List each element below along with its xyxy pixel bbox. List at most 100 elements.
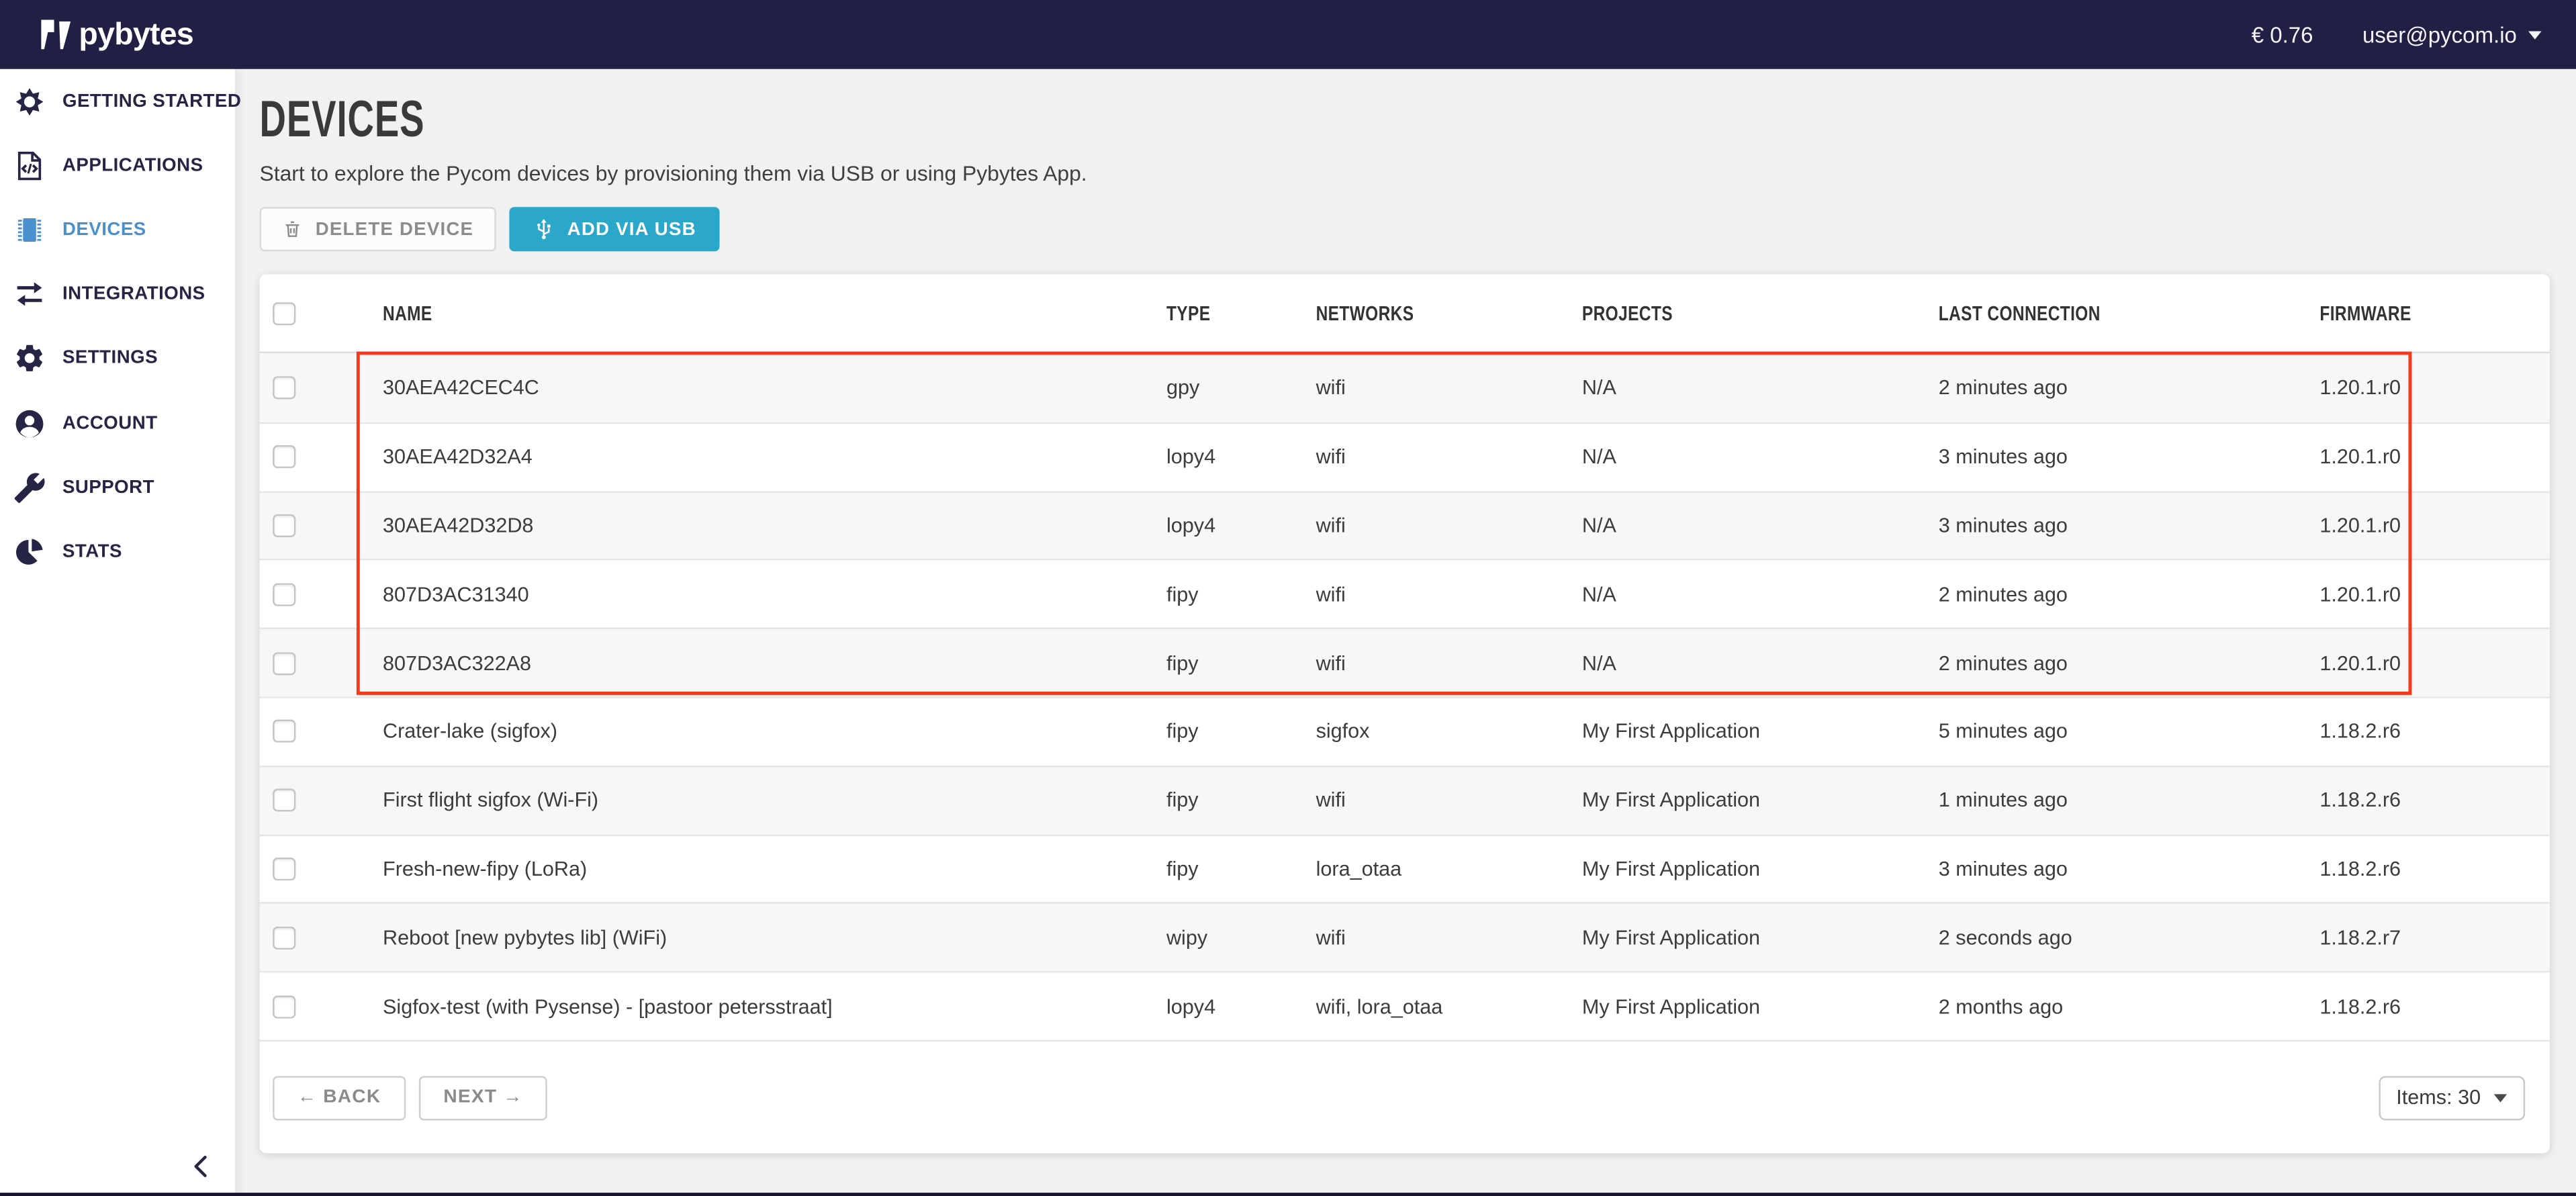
sidebar-item-settings[interactable]: SETTINGS: [0, 326, 235, 391]
sidebar-item-label: DEVICES: [62, 220, 146, 240]
sidebar-item-label: GETTING STARTED: [62, 91, 241, 111]
table-row[interactable]: 30AEA42D32A4 lopy4 wifi N/A 3 minutes ag…: [260, 422, 2550, 490]
device-name: Fresh-new-fipy (LoRa): [383, 858, 1166, 880]
delete-device-label: DELETE DEVICE: [316, 220, 474, 239]
chevron-down-icon: [2494, 1094, 2508, 1102]
table-row[interactable]: Crater-lake (sigfox) fipy sigfox My Firs…: [260, 696, 2550, 765]
sidebar-item-applications[interactable]: APPLICATIONS: [0, 134, 235, 198]
row-checkbox[interactable]: [273, 583, 295, 606]
table-row[interactable]: 30AEA42CEC4C gpy wifi N/A 2 minutes ago …: [260, 353, 2550, 422]
row-checkbox[interactable]: [273, 858, 295, 880]
pagination-buttons: ← BACK NEXT →: [273, 1076, 561, 1120]
row-checkbox-cell: [260, 858, 383, 880]
device-name: First flight sigfox (Wi-Fi): [383, 789, 1166, 812]
device-networks: wifi: [1316, 926, 1582, 949]
device-projects: My First Application: [1582, 789, 1939, 812]
device-last-connection: 2 minutes ago: [1939, 376, 2320, 399]
row-checkbox-cell: [260, 376, 383, 399]
device-projects: My First Application: [1582, 720, 1939, 743]
device-networks: wifi: [1316, 445, 1582, 468]
device-last-connection: 3 minutes ago: [1939, 858, 2320, 880]
sidebar-item-label: SETTINGS: [62, 349, 158, 368]
device-last-connection: 1 minutes ago: [1939, 789, 2320, 812]
delete-device-button[interactable]: DELETE DEVICE: [260, 207, 497, 251]
sidebar-item-account[interactable]: ACCOUNT: [0, 391, 235, 455]
table-row[interactable]: 807D3AC322A8 fipy wifi N/A 2 minutes ago…: [260, 628, 2550, 696]
table-row[interactable]: Sigfox-test (with Pysense) - [pastoor pe…: [260, 971, 2550, 1040]
sidebar-item-label: STATS: [62, 542, 122, 561]
row-checkbox[interactable]: [273, 651, 295, 674]
sidebar-item-devices[interactable]: DEVICES: [0, 197, 235, 262]
sidebar-item-label: ACCOUNT: [62, 413, 158, 432]
row-checkbox-cell: [260, 926, 383, 949]
page-description: Start to explore the Pycom devices by pr…: [260, 161, 2576, 187]
sidebar: GETTING STARTED APPLICATIONS DEVICES INT…: [0, 69, 236, 1196]
device-firmware: 1.18.2.r6: [2319, 995, 2550, 1017]
device-type: lopy4: [1166, 445, 1316, 468]
device-networks: wifi: [1316, 514, 1582, 537]
device-projects: N/A: [1582, 583, 1939, 606]
user-menu[interactable]: user@pycom.io: [2362, 22, 2542, 47]
device-networks: wifi: [1316, 376, 1582, 399]
chevron-left-icon: [187, 1152, 217, 1181]
sidebar-item-integrations[interactable]: INTEGRATIONS: [0, 262, 235, 326]
row-checkbox[interactable]: [273, 926, 295, 949]
sidebar-item-label: APPLICATIONS: [62, 156, 203, 175]
add-via-usb-button[interactable]: ADD VIA USB: [510, 207, 719, 251]
row-checkbox[interactable]: [273, 376, 295, 399]
device-networks: lora_otaa: [1316, 858, 1582, 880]
device-networks: sigfox: [1316, 720, 1582, 743]
table-row[interactable]: 807D3AC31340 fipy wifi N/A 2 minutes ago…: [260, 559, 2550, 628]
device-name: Sigfox-test (with Pysense) - [pastoor pe…: [383, 995, 1166, 1017]
window-bottom-edge: [0, 1193, 2576, 1196]
row-checkbox[interactable]: [273, 995, 295, 1017]
device-type: gpy: [1166, 376, 1316, 399]
device-last-connection: 2 seconds ago: [1939, 926, 2320, 949]
screen: pybytes € 0.76 user@pycom.io GETTING STA…: [0, 0, 2576, 1196]
sidebar-collapse-button[interactable]: [184, 1148, 220, 1185]
trash-icon: [283, 218, 302, 240]
device-name: Crater-lake (sigfox): [383, 720, 1166, 743]
items-per-page-dropdown[interactable]: Items: 30: [2378, 1076, 2525, 1120]
device-firmware: 1.20.1.r0: [2319, 514, 2550, 537]
sidebar-item-stats[interactable]: STATS: [0, 520, 235, 584]
sidebar-item-getting-started[interactable]: GETTING STARTED: [0, 69, 235, 134]
main-content: DEVICES Start to explore the Pycom devic…: [235, 69, 2576, 1196]
pagination: ← BACK NEXT → Items: 30: [260, 1040, 2550, 1154]
device-firmware: 1.18.2.r6: [2319, 720, 2550, 743]
row-checkbox-cell: [260, 514, 383, 537]
device-projects: My First Application: [1582, 926, 1939, 949]
device-projects: N/A: [1582, 514, 1939, 537]
back-button[interactable]: ← BACK: [273, 1076, 406, 1120]
device-networks: wifi, lora_otaa: [1316, 995, 1582, 1017]
chevron-down-icon: [2528, 30, 2542, 38]
devices-table-card: NAME TYPE NETWORKS PROJECTS LAST CONNECT…: [260, 275, 2550, 1154]
select-all-checkbox[interactable]: [273, 302, 295, 324]
device-projects: N/A: [1582, 651, 1939, 674]
device-type: lopy4: [1166, 514, 1316, 537]
pybytes-logo[interactable]: pybytes: [0, 19, 193, 50]
device-firmware: 1.18.2.r6: [2319, 858, 2550, 880]
row-checkbox-cell: [260, 789, 383, 812]
table-row[interactable]: Fresh-new-fipy (LoRa) fipy lora_otaa My …: [260, 834, 2550, 903]
row-checkbox[interactable]: [273, 789, 295, 812]
device-projects: N/A: [1582, 376, 1939, 399]
row-checkbox[interactable]: [273, 514, 295, 537]
device-firmware: 1.18.2.r6: [2319, 789, 2550, 812]
row-checkbox-cell: [260, 445, 383, 468]
table-row[interactable]: First flight sigfox (Wi-Fi) fipy wifi My…: [260, 766, 2550, 834]
swap-arrows-icon: [13, 278, 46, 311]
device-networks: wifi: [1316, 583, 1582, 606]
row-checkbox[interactable]: [273, 445, 295, 468]
sidebar-item-support[interactable]: SUPPORT: [0, 455, 235, 520]
device-firmware: 1.20.1.r0: [2319, 445, 2550, 468]
action-buttons: DELETE DEVICE ADD VIA USB: [260, 207, 2576, 251]
table-row[interactable]: Reboot [new pybytes lib] (WiFi) wipy wif…: [260, 903, 2550, 971]
logo-text: pybytes: [79, 19, 193, 50]
next-button[interactable]: NEXT →: [419, 1076, 548, 1120]
table-row[interactable]: 30AEA42D32D8 lopy4 wifi N/A 3 minutes ag…: [260, 490, 2550, 559]
row-checkbox-cell: [260, 651, 383, 674]
device-projects: My First Application: [1582, 995, 1939, 1017]
row-checkbox[interactable]: [273, 720, 295, 743]
sun-icon: [13, 85, 46, 118]
